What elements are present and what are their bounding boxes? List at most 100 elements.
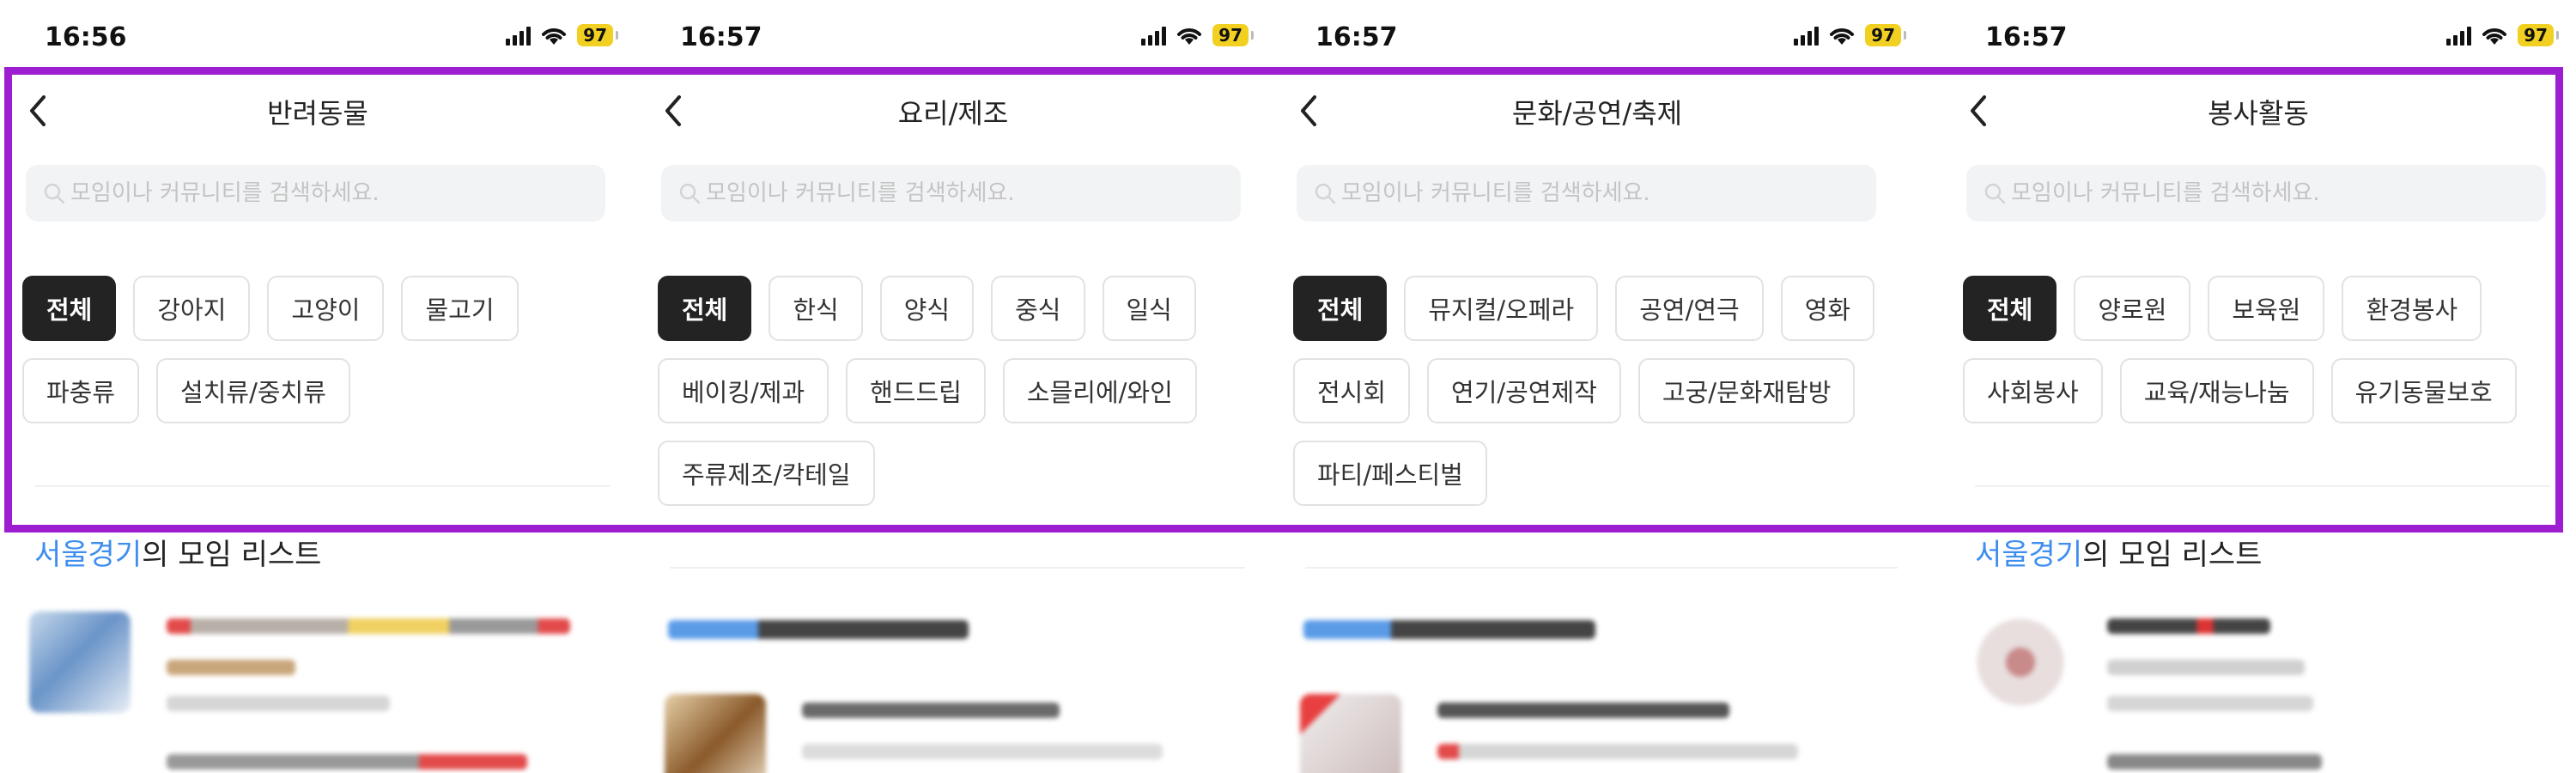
chip-japanese[interactable]: 일식 — [1102, 276, 1196, 341]
chip-musical[interactable]: 뮤지컬/오페라 — [1404, 276, 1599, 341]
battery-icon: 97 — [1865, 24, 1906, 46]
group-subtitle-placeholder — [2107, 660, 2305, 675]
group-title-placeholder — [2107, 754, 2322, 770]
chip-exhibition[interactable]: 전시회 — [1293, 358, 1411, 423]
chip-baking[interactable]: 베이킹/제과 — [658, 358, 829, 423]
group-title-placeholder — [1437, 703, 1729, 718]
status-time: 16:57 — [1315, 22, 1398, 52]
screen-volunteer: 16:57 97 봉사활동 전체 양로원 보육원 환경봉사 사회봉사 교육/재능… — [1941, 0, 2576, 773]
group-thumbnail — [665, 694, 766, 773]
group-subtitle-placeholder — [802, 744, 1163, 759]
search-icon — [1984, 183, 2006, 204]
chip-cocktail[interactable]: 주류제조/칵테일 — [658, 441, 875, 506]
status-time: 16:57 — [680, 22, 762, 52]
category-chips: 전체 뮤지컬/오페라 공연/연극 영화 전시회 연기/공연제작 고궁/문화재탐방… — [1293, 276, 1911, 506]
screen-pets: 16:56 97 반려동물 전체 강아지 고양이 물고기 파충류 설치류/중치류… — [0, 0, 635, 773]
battery-icon: 97 — [577, 24, 618, 46]
list-heading: 서울경기의 모임 리스트 — [1975, 531, 2262, 573]
group-subtitle-placeholder — [167, 660, 295, 675]
screen-culture: 16:57 97 문화/공연/축제 전체 뮤지컬/오페라 공연/연극 영화 전시… — [1271, 0, 1923, 773]
list-heading-suffix: 의 모임 리스트 — [2082, 538, 2263, 572]
chip-environment[interactable]: 환경봉사 — [2342, 276, 2482, 341]
group-meta-placeholder — [167, 696, 390, 711]
chip-dog[interactable]: 강아지 — [133, 276, 251, 341]
battery-icon: 97 — [1212, 24, 1254, 46]
search-bar[interactable] — [1966, 165, 2546, 222]
search-icon — [1315, 183, 1336, 204]
screen-cooking: 16:57 97 요리/제조 전체 한식 양식 중식 일식 베이킹/제과 핸드드… — [635, 0, 1271, 773]
search-input[interactable] — [70, 180, 586, 206]
cellular-signal-icon — [1794, 25, 1820, 46]
chip-party[interactable]: 파티/페스티벌 — [1293, 441, 1487, 506]
status-bar: 16:56 97 — [0, 17, 635, 60]
chip-theater[interactable]: 공연/연극 — [1615, 276, 1764, 341]
chip-all[interactable]: 전체 — [22, 276, 117, 341]
status-time: 16:56 — [45, 22, 127, 52]
group-title-placeholder — [802, 703, 1060, 718]
page-title: 반려동물 — [267, 97, 368, 130]
chip-chinese[interactable]: 중식 — [991, 276, 1085, 341]
chip-social-service[interactable]: 사회봉사 — [1963, 358, 2103, 423]
wifi-icon — [1830, 28, 1855, 45]
chip-acting[interactable]: 연기/공연제작 — [1427, 358, 1621, 423]
group-thumbnail — [1970, 612, 2071, 713]
status-bar: 16:57 97 — [1271, 17, 1923, 60]
chip-fish[interactable]: 물고기 — [401, 276, 519, 341]
chip-all[interactable]: 전체 — [658, 276, 752, 341]
status-bar: 16:57 97 — [635, 17, 1271, 60]
chip-reptile[interactable]: 파충류 — [22, 358, 140, 423]
group-title-placeholder — [167, 754, 527, 770]
search-bar[interactable] — [26, 165, 605, 222]
divider — [1975, 485, 2550, 487]
page-header: 봉사활동 — [1941, 82, 2576, 142]
category-chips: 전체 양로원 보육원 환경봉사 사회봉사 교육/재능나눔 유기동물보호 — [1963, 276, 2555, 423]
chip-rodent[interactable]: 설치류/중치류 — [156, 358, 350, 423]
page-title: 요리/제조 — [897, 97, 1009, 130]
search-input[interactable] — [706, 180, 1221, 206]
chip-all[interactable]: 전체 — [1293, 276, 1388, 341]
chip-all[interactable]: 전체 — [1963, 276, 2057, 341]
chip-orphanage[interactable]: 보육원 — [2208, 276, 2325, 341]
list-heading-suffix: 의 모임 리스트 — [142, 538, 322, 572]
chip-movie[interactable]: 영화 — [1780, 276, 1875, 341]
search-input[interactable] — [2011, 180, 2526, 206]
status-time: 16:57 — [1985, 22, 2068, 52]
category-chips: 전체 강아지 고양이 물고기 파충류 설치류/중치류 — [22, 276, 615, 423]
group-meta-placeholder — [2107, 696, 2313, 711]
cellular-signal-icon — [506, 25, 532, 46]
divider — [1305, 567, 1898, 569]
page-header: 요리/제조 — [635, 82, 1271, 142]
category-chips: 전체 한식 양식 중식 일식 베이킹/제과 핸드드립 소믈리에/와인 주류제조/… — [658, 276, 1250, 506]
divider — [34, 485, 610, 487]
page-header: 문화/공연/축제 — [1271, 82, 1923, 142]
cellular-signal-icon — [1141, 25, 1167, 46]
search-bar[interactable] — [661, 165, 1241, 222]
region-name[interactable]: 서울경기 — [1975, 538, 2082, 572]
page-header: 반려동물 — [0, 82, 635, 142]
wifi-icon — [1177, 28, 1202, 45]
wifi-icon — [542, 28, 567, 45]
chip-education[interactable]: 교육/재능나눔 — [2119, 358, 2314, 423]
heading-placeholder — [668, 620, 969, 639]
chip-heritage[interactable]: 고궁/문화재탐방 — [1637, 358, 1856, 423]
chip-hand-drip[interactable]: 핸드드립 — [846, 358, 986, 423]
chip-sommelier[interactable]: 소믈리에/와인 — [1002, 358, 1197, 423]
battery-icon: 97 — [2518, 24, 2559, 46]
chip-cat[interactable]: 고양이 — [267, 276, 385, 341]
list-heading: 서울경기의 모임 리스트 — [34, 531, 321, 573]
search-icon — [44, 183, 65, 204]
page-title: 문화/공연/축제 — [1511, 97, 1683, 130]
group-title-placeholder — [2107, 618, 2270, 634]
group-thumbnail — [29, 612, 131, 713]
chip-nursing-home[interactable]: 양로원 — [2074, 276, 2191, 341]
group-title-placeholder — [167, 618, 570, 634]
status-bar: 16:57 97 — [1941, 17, 2576, 60]
chip-korean[interactable]: 한식 — [769, 276, 863, 341]
chip-animal-rescue[interactable]: 유기동물보호 — [2330, 358, 2517, 423]
search-input[interactable] — [1341, 180, 1856, 206]
search-bar[interactable] — [1297, 165, 1876, 222]
divider — [670, 567, 1245, 569]
region-name[interactable]: 서울경기 — [34, 538, 142, 572]
chip-western[interactable]: 양식 — [879, 276, 975, 341]
cellular-signal-icon — [2446, 25, 2472, 46]
